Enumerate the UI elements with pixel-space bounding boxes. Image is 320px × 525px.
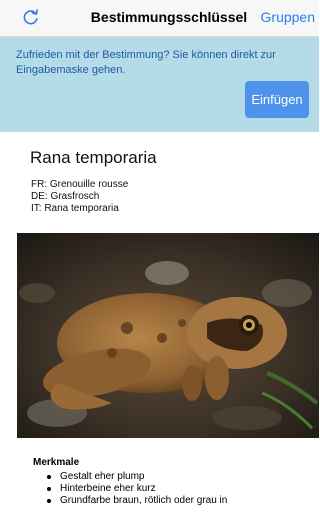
confirmation-banner: Zufrieden mit der Bestimmung? Sie können…: [0, 37, 319, 132]
refresh-icon[interactable]: [22, 8, 40, 26]
list-item: Grundfarbe braun, rötlich oder grau in: [33, 495, 313, 507]
frog-photo: [17, 233, 319, 438]
navigation-bar: Bestimmungsschlüssel Gruppen: [0, 0, 319, 37]
banner-message: Zufrieden mit der Bestimmung? Sie können…: [16, 49, 276, 76]
frog-image: [17, 233, 319, 438]
species-title: Rana temporaria: [30, 148, 157, 167]
list-item: Gestalt eher plump: [33, 471, 313, 483]
page-title: Bestimmungsschlüssel: [90, 9, 248, 25]
list-item: Hinterbeine eher kurz: [33, 483, 313, 495]
insert-button[interactable]: Einfügen: [245, 81, 309, 118]
groups-link[interactable]: Gruppen: [261, 9, 315, 25]
common-names: FR: Grenouille rousse DE: Grasfrosch IT:…: [31, 179, 128, 215]
features-list: Gestalt eher plump Hinterbeine eher kurz…: [33, 471, 313, 507]
name-it: IT: Rana temporaria: [31, 203, 119, 214]
features-heading: Merkmale: [33, 457, 80, 468]
name-de: DE: Grasfrosch: [31, 191, 100, 202]
name-fr: FR: Grenouille rousse: [31, 179, 129, 190]
